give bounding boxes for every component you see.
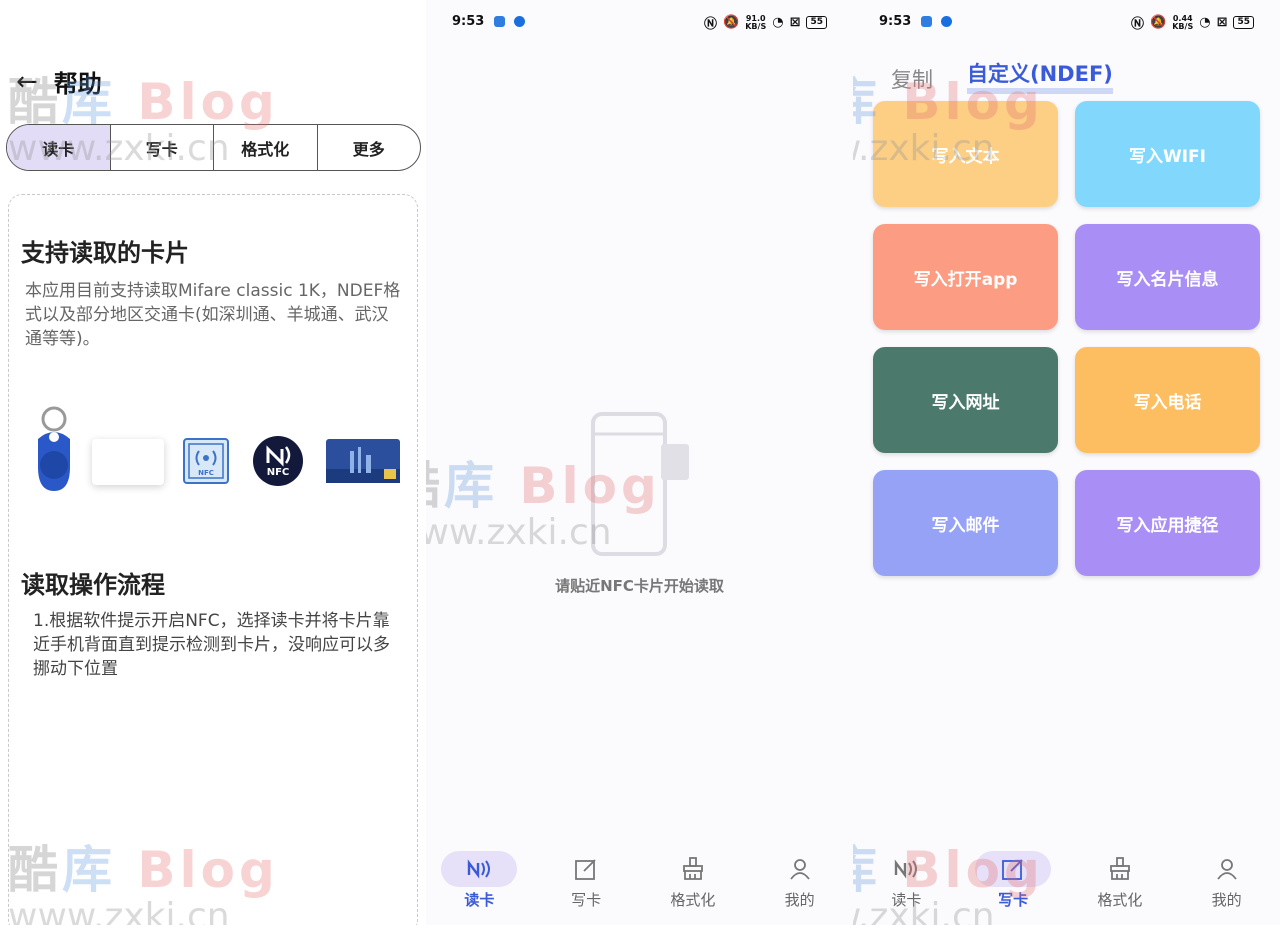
nfc-coin-label: NFC — [266, 467, 290, 478]
arrow-left-icon[interactable]: ← — [16, 67, 38, 97]
write-text-button[interactable]: 写入文本 — [873, 101, 1058, 207]
no-sim-icon: ⊠ — [1216, 15, 1228, 30]
wifi-icon: ◔ — [772, 15, 784, 30]
nav-item-read[interactable]: 读卡 — [426, 845, 533, 925]
no-sim-icon: ⊠ — [789, 15, 801, 30]
edit-icon — [1002, 859, 1023, 880]
write-app-shortcut-button[interactable]: 写入应用捷径 — [1075, 470, 1260, 576]
broom-icon — [682, 857, 703, 880]
status-time: 9:53 — [452, 14, 485, 29]
mute-icon: 🔕 — [723, 15, 740, 30]
section-title-read-steps: 读取操作流程 — [21, 571, 165, 599]
nfc-sticker-label: NFC — [198, 469, 214, 477]
supported-card-images: NFC NFC — [22, 405, 402, 495]
broom-icon — [1109, 857, 1130, 880]
nfc-status-icon: Ⓝ — [704, 17, 718, 32]
notification-app-icon — [494, 16, 505, 27]
help-screen: ← 帮助 读卡 写卡 格式化 更多 支持读取的卡片 本应用目前支持读取Mifar… — [0, 0, 426, 925]
write-options-grid: 写入文本 写入WIFI 写入打开app 写入名片信息 写入网址 写入电话 写入邮… — [873, 101, 1261, 576]
keyfob-tag-icon — [38, 406, 70, 491]
notification-app-icon — [921, 16, 932, 27]
battery-indicator: 55 — [806, 16, 827, 29]
tab-format[interactable]: 格式化 — [214, 125, 318, 170]
notification-app-icon — [941, 16, 952, 27]
section-text-read-steps: 1.根据软件提示开启NFC，选择读卡并将卡片靠近手机背面直到提示检测到卡片，没响… — [33, 611, 390, 679]
nfc-sticker-icon — [183, 438, 229, 484]
page-title: 帮助 — [53, 70, 102, 98]
status-bar: 9:53 Ⓝ 🔕 91.0 KB/S ◔ ⊠ 55 — [426, 10, 853, 34]
nav-item-write[interactable]: 写卡 — [533, 845, 640, 925]
help-content-card: 支持读取的卡片 本应用目前支持读取Mifare classic 1K，NDEF格… — [8, 194, 418, 925]
write-open-app-button[interactable]: 写入打开app — [873, 224, 1058, 330]
status-bar: 9:53 Ⓝ 🔕 0.44 KB/S ◔ ⊠ 55 — [853, 10, 1280, 34]
read-hint-text: 请贴近NFC卡片开始读取 — [555, 577, 724, 595]
section-text-supported-cards: 本应用目前支持读取Mifare classic 1K，NDEF格式以及部分地区交… — [25, 281, 401, 349]
nfc-icon — [468, 859, 491, 879]
bottom-nav: 读卡 写卡 格式化 我的 — [853, 845, 1280, 925]
network-speed: 0.44 KB/S — [1172, 13, 1194, 31]
write-phone-button[interactable]: 写入电话 — [1075, 347, 1260, 453]
write-mode-tabs: 复制 自定义(NDEF) — [891, 58, 1113, 94]
tab-write[interactable]: 写卡 — [111, 125, 214, 170]
nav-item-mine[interactable]: 我的 — [1173, 845, 1280, 925]
help-tab-bar: 读卡 写卡 格式化 更多 — [6, 124, 421, 171]
wifi-icon: ◔ — [1199, 15, 1211, 30]
help-header: ← 帮助 — [16, 64, 102, 99]
phone-nfc-illustration-icon — [591, 412, 689, 556]
write-screen: 9:53 Ⓝ 🔕 0.44 KB/S ◔ ⊠ 55 复制 自定义(NDEF) 写入… — [853, 0, 1280, 925]
write-email-button[interactable]: 写入邮件 — [873, 470, 1058, 576]
nav-item-format[interactable]: 格式化 — [1067, 845, 1174, 925]
write-business-card-button[interactable]: 写入名片信息 — [1075, 224, 1260, 330]
network-speed: 91.0 KB/S — [745, 13, 767, 31]
read-screen: 9:53 Ⓝ 🔕 91.0 KB/S ◔ ⊠ 55 请贴近NFC卡片开始读取 读卡… — [426, 0, 853, 925]
user-icon — [1216, 859, 1237, 880]
white-card-icon — [92, 439, 164, 485]
nav-item-write[interactable]: 写卡 — [960, 845, 1067, 925]
status-time: 9:53 — [879, 14, 912, 29]
edit-icon — [575, 859, 596, 880]
nfc-icon — [895, 859, 918, 879]
section-title-supported-cards: 支持读取的卡片 — [21, 239, 189, 267]
mute-icon: 🔕 — [1150, 15, 1167, 30]
write-wifi-button[interactable]: 写入WIFI — [1075, 101, 1260, 207]
nav-item-read[interactable]: 读卡 — [853, 845, 960, 925]
notification-app-icon — [514, 16, 525, 27]
write-url-button[interactable]: 写入网址 — [873, 347, 1058, 453]
nfc-coin-tag-icon — [253, 436, 303, 486]
transit-card-icon — [326, 439, 400, 483]
nfc-status-icon: Ⓝ — [1131, 17, 1145, 32]
nav-item-mine[interactable]: 我的 — [746, 845, 853, 925]
tab-more[interactable]: 更多 — [318, 125, 421, 170]
tab-custom-ndef[interactable]: 自定义(NDEF) — [967, 58, 1113, 94]
tab-copy[interactable]: 复制 — [891, 64, 933, 94]
bottom-nav: 读卡 写卡 格式化 我的 — [426, 845, 853, 925]
battery-indicator: 55 — [1233, 16, 1254, 29]
tab-read[interactable]: 读卡 — [7, 125, 111, 170]
nav-item-format[interactable]: 格式化 — [640, 845, 747, 925]
user-icon — [789, 859, 810, 880]
